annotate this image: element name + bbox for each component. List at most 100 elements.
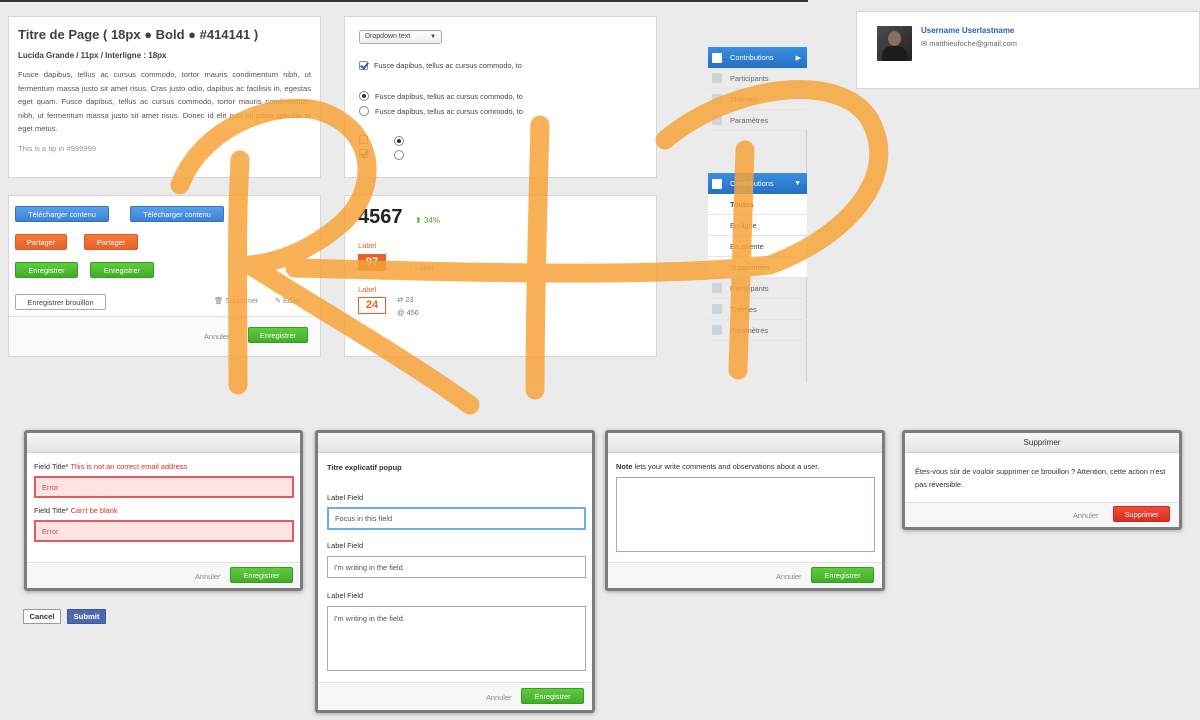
radio-label-1: Fusce dapibus, tellus ac cursus commodo,… [375, 91, 523, 101]
save-draft-button[interactable]: Enregistrer brouillon [15, 294, 106, 310]
contributions-icon [712, 52, 722, 63]
sidebar-subitem-all[interactable]: Toutes [708, 194, 807, 215]
radio-row-1[interactable]: Fusce dapibus, tellus ac cursus commodo,… [359, 91, 523, 101]
share-button[interactable]: Partager [15, 234, 67, 250]
settings-icon [712, 115, 722, 125]
note-textarea[interactable] [616, 477, 875, 552]
radio-unselected[interactable] [359, 106, 369, 116]
trash-icon: 🗑 [214, 296, 224, 305]
tip-text: This is a tip in #999999 [18, 143, 97, 153]
cancel-link[interactable]: Annuler [204, 332, 229, 341]
themes-icon [712, 94, 722, 104]
page-title: Titre de Page ( 18px ● Bold ● #414141 ) [18, 27, 259, 42]
cancel-link[interactable]: Annuler [195, 572, 220, 581]
checkbox-checked[interactable] [359, 61, 368, 70]
note-text: lets your write comments and observation… [632, 462, 820, 471]
modal-header [27, 433, 300, 453]
textarea-input[interactable]: I'm writing in the field. [327, 606, 586, 671]
sidebar-subitem-deleted[interactable]: Supprimées [708, 257, 807, 278]
cancel-link[interactable]: Annuler [486, 693, 511, 702]
user-card: Username Userlastname ✉ matthieufoche@gm… [856, 11, 1200, 89]
buttons-panel-footer: Annuler Enregistrer [9, 316, 320, 356]
field-label: Label Field [327, 591, 364, 600]
sidebar-item-themes-2[interactable]: Thèmes [708, 299, 807, 320]
save-button[interactable]: Enregistrer [230, 567, 293, 583]
sidebar-nav-expanded: Contributions ▼ Toutes En ligne En atten… [708, 173, 807, 341]
cancel-button[interactable]: Cancel [23, 609, 61, 624]
radio-row-2[interactable]: Fusce dapibus, tellus ac cursus commodo,… [359, 106, 523, 116]
form-modal: Titre explicatif popup Label Field Focus… [315, 430, 595, 713]
radio-sample-unselected[interactable] [394, 150, 404, 160]
save-button[interactable]: Enregistrer [521, 688, 584, 704]
stat-label-1: Label [358, 241, 377, 250]
note-modal: Note lets your write comments and observ… [605, 430, 885, 591]
retweet-count: ⇄ 23 [397, 295, 414, 304]
share-button-hover[interactable]: Partager [84, 234, 138, 250]
download-button[interactable]: Télécharger contenu [15, 206, 109, 222]
text-input[interactable]: I'm writing in the field. [327, 556, 586, 578]
save-button[interactable]: Enregistrer [15, 262, 78, 278]
font-spec: Lucida Grande / 11px / Interligne : 18px [18, 51, 167, 60]
sidebar-item-contributions-open[interactable]: Contributions ▼ [708, 173, 807, 194]
delete-link[interactable]: 🗑 Supprimer [214, 296, 258, 305]
save-button-hover[interactable]: Enregistrer [90, 262, 154, 278]
sidebar-subitem-pending[interactable]: En attente [708, 236, 807, 257]
modal-header [318, 433, 592, 453]
settings-icon [712, 325, 722, 335]
edit-label: Editer [283, 296, 302, 305]
sidebar-item-contributions[interactable]: Contributions ▶ [708, 47, 807, 68]
download-button-hover[interactable]: Télécharger contenu [130, 206, 224, 222]
sidebar-item-label: Thèmes [730, 94, 757, 104]
radio-selected[interactable] [359, 91, 369, 101]
avatar[interactable] [877, 26, 912, 61]
checkbox-sample-unchecked[interactable] [359, 135, 368, 144]
user-email-value: matthieufoche@gmail.com [929, 39, 1017, 48]
cancel-link[interactable]: Annuler [1073, 511, 1098, 520]
edit-link[interactable]: ✎ Editer [275, 296, 302, 305]
participants-icon [712, 73, 722, 83]
field-title: Field Title [34, 506, 66, 515]
field-label-2: Field Title* Can't be blank [34, 506, 118, 515]
delete-modal: Supprimer Êtes-vous sûr de vouloir suppr… [902, 430, 1182, 530]
error-modal: Field Title* This is not an correct emai… [24, 430, 303, 591]
retweet-icon: ⇄ [397, 295, 404, 304]
count-badge-solid: 97 [358, 254, 386, 271]
body-text: Fusce dapibus, tellus ac cursus commodo,… [18, 70, 311, 133]
note-keyword: Note [616, 462, 633, 471]
sidebar-item-themes[interactable]: Thèmes [708, 89, 807, 110]
checkbox-sample-checked[interactable] [359, 149, 368, 158]
modal-footer: Annuler Supprimer [905, 502, 1179, 527]
email-field-error[interactable]: Error [34, 476, 294, 498]
cancel-link[interactable]: Annuler [776, 572, 801, 581]
sidebar-item-participants-2[interactable]: Participants [708, 278, 807, 299]
envelope-icon: ✉ [921, 39, 928, 48]
error-message-email: This is not an correct email address [70, 462, 188, 471]
sidebar-item-settings[interactable]: Paramètres [708, 110, 807, 131]
radio-label-2: Fusce dapibus, tellus ac cursus commodo,… [375, 106, 523, 116]
delete-label: Supprimer [225, 296, 259, 305]
contributions-icon [712, 178, 722, 189]
mention-count: @ 456 [397, 308, 419, 317]
radio-sample-selected[interactable] [394, 136, 404, 146]
submit-button[interactable]: Submit [67, 609, 106, 624]
modal-header [608, 433, 882, 453]
required-field-error[interactable]: Error [34, 520, 294, 542]
focused-input[interactable]: Focus in this field [327, 507, 586, 530]
stat-number: 4567 [358, 206, 403, 228]
avatar-body [882, 46, 907, 61]
dropdown-select[interactable]: Dropdown text ▼ [359, 30, 442, 44]
checkbox-row[interactable]: Fusce dapibus, tellus ac cursus commodo,… [359, 61, 522, 70]
sidebar-item-settings-2[interactable]: Paramètres [708, 320, 807, 341]
save-button[interactable]: Enregistrer [811, 567, 874, 583]
count-badge-outline: 24 [358, 297, 386, 314]
confirm-delete-button[interactable]: Supprimer [1113, 506, 1170, 522]
stat-percent-value: 34% [423, 216, 440, 225]
sidebar-item-label: Contributions [730, 179, 774, 188]
delete-message: Êtes-vous sûr de vouloir supprimer ce br… [915, 467, 1166, 489]
sidebar-subitem-online[interactable]: En ligne [708, 215, 807, 236]
pencil-icon: ✎ [275, 296, 282, 305]
sidebar-item-participants[interactable]: Participants [708, 68, 807, 89]
user-name[interactable]: Username Userlastname [921, 26, 1014, 35]
stat-label-2: Label [358, 285, 377, 294]
footer-save-button[interactable]: Enregistrer [248, 327, 308, 343]
